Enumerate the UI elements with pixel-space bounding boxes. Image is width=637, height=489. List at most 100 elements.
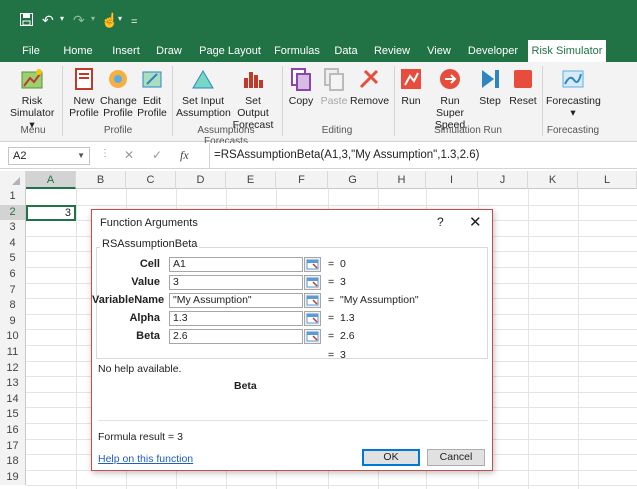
param-input[interactable]: A1 <box>169 257 303 272</box>
chevron-down-icon[interactable]: ▼ <box>77 148 85 164</box>
customize-toolbar-icon[interactable]: = <box>131 15 137 29</box>
select-all-corner[interactable] <box>0 171 26 189</box>
ok-button[interactable]: OK <box>362 449 420 466</box>
param-input[interactable]: 3 <box>169 275 303 290</box>
cell-a2[interactable]: 3 <box>26 205 76 221</box>
run-icon <box>401 69 421 89</box>
set-input-assumption-button[interactable]: Set Input Assumption <box>176 66 231 119</box>
cancel-icon[interactable]: ✕ <box>124 148 134 162</box>
collapse-dialog-button[interactable] <box>304 275 321 290</box>
param-input[interactable]: 2.6 <box>169 329 303 344</box>
row-header[interactable]: 12 <box>0 360 26 377</box>
column-header[interactable]: L <box>578 171 637 189</box>
row-header[interactable]: 11 <box>0 345 26 361</box>
row-header[interactable]: 2 <box>0 204 26 221</box>
row-header[interactable]: 4 <box>0 235 26 252</box>
edit-profile-button[interactable]: Edit Profile <box>136 66 168 119</box>
enter-icon[interactable]: ✓ <box>152 148 162 162</box>
param-label: Value <box>131 276 160 288</box>
row-header[interactable]: 17 <box>0 438 26 455</box>
close-icon[interactable]: ✕ <box>469 213 482 231</box>
column-header[interactable]: H <box>378 171 426 189</box>
tab-draw[interactable]: Draw <box>154 40 184 62</box>
edit-profile-icon <box>142 71 162 88</box>
run-button[interactable]: Run <box>398 66 424 107</box>
tab-page-layout[interactable]: Page Layout <box>198 40 262 62</box>
param-result: 3 <box>340 276 346 288</box>
row-header[interactable]: 15 <box>0 407 26 423</box>
tab-data[interactable]: Data <box>332 40 360 62</box>
tab-review[interactable]: Review <box>372 40 412 62</box>
row-header[interactable]: 19 <box>0 469 26 486</box>
copy-button[interactable]: Copy <box>286 66 316 107</box>
collapse-dialog-button[interactable] <box>304 329 321 344</box>
touch-dropdown-icon[interactable]: ▾ <box>118 14 122 23</box>
save-icon[interactable] <box>20 13 33 28</box>
row-header[interactable]: 14 <box>0 391 26 408</box>
column-header[interactable]: K <box>528 171 578 189</box>
row-header[interactable]: 8 <box>0 298 26 314</box>
forecasting-button[interactable]: Forecasting ▾ <box>546 66 601 119</box>
column-header[interactable]: D <box>176 171 226 189</box>
tab-file[interactable]: File <box>18 40 44 62</box>
risk-simulator-menu-button[interactable]: Risk Simulator ▾ <box>10 66 54 131</box>
column-header[interactable]: J <box>478 171 528 189</box>
reset-button[interactable]: Reset <box>508 66 538 107</box>
row-header[interactable]: 6 <box>0 267 26 283</box>
formula-input[interactable]: =RSAssumptionBeta(A1,3,"My Assumption",1… <box>209 143 637 168</box>
undo-icon[interactable]: ↶ <box>42 13 54 27</box>
column-header[interactable]: F <box>276 171 328 189</box>
tab-home[interactable]: Home <box>60 40 96 62</box>
run-super-speed-button[interactable]: Run Super Speed <box>426 66 474 131</box>
param-result: 1.3 <box>340 312 355 324</box>
param-input[interactable]: 1.3 <box>169 311 303 326</box>
tab-developer[interactable]: Developer <box>466 40 520 62</box>
column-header[interactable]: I <box>426 171 478 189</box>
tab-risk-simulator[interactable]: Risk Simulator <box>528 40 606 63</box>
insert-function-icon[interactable]: fx <box>180 148 189 163</box>
param-label: VariableName <box>92 294 165 306</box>
cancel-button[interactable]: Cancel <box>427 449 485 466</box>
row-header[interactable]: 10 <box>0 329 26 345</box>
new-profile-button[interactable]: New Profile <box>68 66 100 119</box>
row-header[interactable]: 3 <box>0 220 26 236</box>
undo-dropdown-icon[interactable]: ▾ <box>60 14 64 23</box>
row-header[interactable]: 18 <box>0 454 26 470</box>
column-header[interactable]: A <box>26 171 76 189</box>
change-profile-icon <box>109 70 127 88</box>
collapse-dialog-button[interactable] <box>304 311 321 326</box>
ribbon-tabs: File Home Insert Draw Page Layout Formul… <box>0 40 637 63</box>
column-header[interactable]: C <box>126 171 176 189</box>
remove-button[interactable]: Remove <box>350 66 389 107</box>
tab-insert[interactable]: Insert <box>108 40 144 62</box>
column-header[interactable]: E <box>226 171 276 189</box>
group-label-editing: Editing <box>321 125 353 136</box>
name-box[interactable]: A2 ▼ <box>8 147 90 165</box>
tab-view[interactable]: View <box>424 40 454 62</box>
param-equals: = <box>328 312 335 324</box>
formula-result: Formula result = 3 <box>98 431 183 443</box>
group-separator <box>542 66 543 136</box>
row-header[interactable]: 9 <box>0 313 26 330</box>
touch-mode-icon[interactable]: ☝ <box>101 13 118 27</box>
row-header[interactable]: 13 <box>0 376 26 392</box>
help-icon[interactable]: ? <box>437 215 444 229</box>
change-profile-button[interactable]: Change Profile <box>100 66 137 119</box>
param-input[interactable]: "My Assumption" <box>169 293 303 308</box>
row-header[interactable]: 1 <box>0 189 26 205</box>
collapse-dialog-button[interactable] <box>304 257 321 272</box>
collapse-dialog-button[interactable] <box>304 293 321 308</box>
column-header[interactable]: B <box>76 171 126 189</box>
help-on-function-link[interactable]: Help on this function <box>98 453 193 465</box>
row-header[interactable]: 5 <box>0 251 26 267</box>
column-header[interactable]: G <box>328 171 378 189</box>
tab-formulas[interactable]: Formulas <box>272 40 322 62</box>
group-label-simulation: Simulation Run <box>434 125 502 136</box>
row-header[interactable]: 16 <box>0 423 26 439</box>
step-button[interactable]: Step <box>476 66 504 107</box>
set-output-forecast-button[interactable]: Set Output Forecast <box>230 66 276 131</box>
row-header[interactable]: 7 <box>0 282 26 299</box>
param-label: Alpha <box>129 312 160 324</box>
group-label-menu: Menu <box>20 125 46 136</box>
overall-result: 3 <box>340 349 346 361</box>
